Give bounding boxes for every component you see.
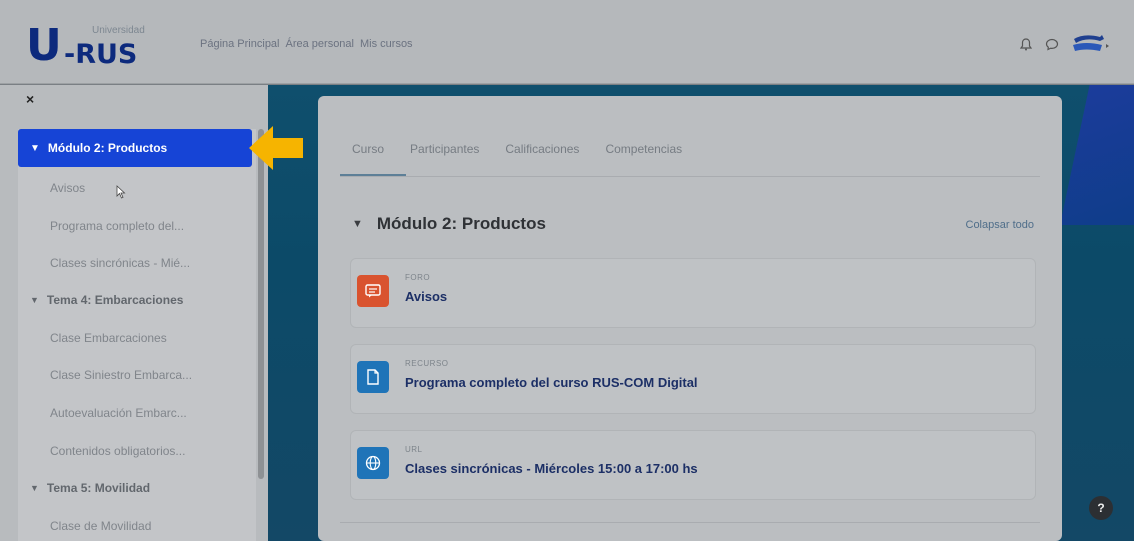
section-tema-5[interactable]: ▼ Tema 5: Movilidad [30, 481, 150, 495]
tab-calificaciones[interactable]: Calificaciones [505, 142, 579, 156]
logo-letter: U [26, 20, 62, 71]
highlight-arrow-icon [249, 126, 303, 170]
activity-url[interactable]: URL Clases sincrónicas - Miércoles 15:00… [350, 430, 1036, 500]
file-icon [357, 361, 389, 393]
drawer-scrollbar[interactable] [258, 129, 264, 479]
section-label: Tema 4: Embarcaciones [46, 293, 184, 307]
nav-my-courses[interactable]: Mis cursos [360, 38, 413, 50]
index-item-clase-embarcaciones[interactable]: Clase Embarcaciones [50, 331, 167, 345]
globe-icon [357, 447, 389, 479]
index-item-programa[interactable]: Programa completo del... [50, 219, 184, 233]
tab-curso[interactable]: Curso [352, 142, 384, 156]
top-icons [1018, 28, 1110, 60]
index-item-siniestro[interactable]: Clase Siniestro Embarca... [50, 368, 192, 382]
nav-home[interactable]: Página Principal [200, 38, 280, 50]
section-label: Tema 5: Movilidad [46, 481, 151, 495]
index-item-avisos[interactable]: Avisos [50, 181, 85, 195]
activity-type: RECURSO [405, 359, 449, 368]
tab-participantes[interactable]: Participantes [410, 142, 479, 156]
course-tabs: Curso Participantes Calificaciones Compe… [352, 142, 682, 156]
chat-icon[interactable] [1044, 36, 1060, 52]
close-icon[interactable]: × [26, 91, 34, 107]
activity-name[interactable]: Clases sincrónicas - Miércoles 15:00 a 1… [405, 461, 698, 476]
section-label: Módulo 2: Productos [47, 141, 168, 155]
logo-university: Universidad [92, 25, 145, 36]
top-navbar: U -RUS Universidad Página Principal Área… [0, 0, 1134, 84]
forum-icon [357, 275, 389, 307]
chevron-down-icon: ▼ [30, 142, 40, 154]
activity-type: FORO [405, 273, 431, 282]
course-index: ▼ Módulo 2: Productos Avisos Programa co… [18, 129, 256, 541]
chevron-down-icon: ▼ [30, 483, 39, 493]
activity-name[interactable]: Avisos [405, 289, 447, 304]
activity-type: URL [405, 445, 423, 454]
logo-text: -RUS [64, 39, 138, 70]
bell-icon[interactable] [1018, 36, 1034, 52]
section-divider [340, 522, 1040, 523]
course-index-drawer: × ▼ Módulo 2: Productos Avisos Programa … [0, 85, 268, 541]
index-item-autoevaluacion[interactable]: Autoevaluación Embarc... [50, 406, 187, 420]
mouse-cursor-icon [116, 185, 126, 199]
module-heading[interactable]: ▼ Módulo 2: Productos [352, 214, 546, 234]
collapse-all-link[interactable]: Colapsar todo [966, 219, 1035, 231]
index-item-movilidad[interactable]: Clase de Movilidad [50, 519, 151, 533]
user-avatar[interactable] [1070, 28, 1110, 60]
index-item-contenidos[interactable]: Contenidos obligatorios... [50, 444, 185, 458]
chevron-down-icon: ▼ [30, 295, 39, 305]
urus-logo[interactable]: U -RUS Universidad [26, 22, 161, 72]
chevron-down-icon: ▼ [352, 218, 363, 230]
module-title: Módulo 2: Productos [376, 214, 546, 233]
section-tema-4[interactable]: ▼ Tema 4: Embarcaciones [30, 293, 183, 307]
help-button[interactable]: ? [1089, 496, 1113, 520]
activity-recurso[interactable]: RECURSO Programa completo del curso RUS-… [350, 344, 1036, 414]
section-modulo-2[interactable]: ▼ Módulo 2: Productos [18, 129, 252, 167]
activity-name[interactable]: Programa completo del curso RUS-COM Digi… [405, 375, 698, 390]
index-item-clases[interactable]: Clases sincrónicas - Mié... [50, 256, 190, 270]
top-nav: Página Principal Área personal Mis curso… [200, 38, 413, 50]
tab-competencias[interactable]: Competencias [605, 142, 682, 156]
activity-foro[interactable]: FORO Avisos [350, 258, 1036, 328]
course-content-card: Curso Participantes Calificaciones Compe… [318, 96, 1062, 541]
nav-personal-area[interactable]: Área personal [286, 38, 355, 50]
tabs-divider [340, 176, 1040, 177]
